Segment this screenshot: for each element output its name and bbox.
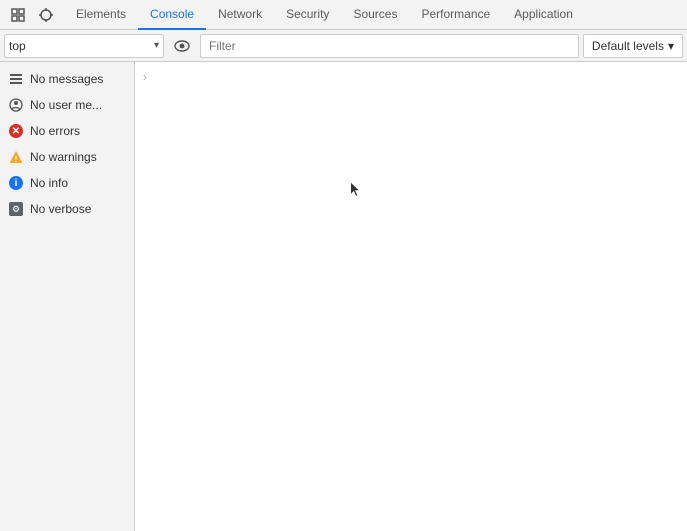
eye-button[interactable] [168, 34, 196, 58]
sidebar-item-warnings-label: No warnings [30, 150, 97, 164]
sidebar-item-warnings[interactable]: ! No warnings [0, 144, 134, 170]
sidebar-item-info-label: No info [30, 176, 68, 190]
tab-elements[interactable]: Elements [64, 0, 138, 30]
error-icon: ✕ [8, 123, 24, 139]
context-selector[interactable]: top [9, 39, 154, 53]
tab-network[interactable]: Network [206, 0, 274, 30]
mouse-cursor-indicator [350, 182, 362, 200]
user-circle-icon [8, 97, 24, 113]
tab-performance[interactable]: Performance [409, 0, 502, 30]
console-prompt-chevron: › [143, 70, 147, 84]
toolbar: top ▾ Default levels ▾ [0, 30, 687, 62]
sidebar-item-user-messages[interactable]: No user me... [0, 92, 134, 118]
tab-application[interactable]: Application [502, 0, 585, 30]
tab-sources[interactable]: Sources [341, 0, 409, 30]
sidebar-item-verbose-label: No verbose [30, 202, 91, 216]
console-output[interactable]: › [135, 62, 687, 531]
select-arrow-icon: ▾ [154, 40, 159, 51]
verbose-icon: ⚙ [8, 201, 24, 217]
tab-bar-left-icons [4, 1, 60, 29]
info-icon: i [8, 175, 24, 191]
sidebar-item-messages-label: No messages [30, 72, 103, 86]
tab-console[interactable]: Console [138, 0, 206, 30]
svg-text:!: ! [15, 155, 18, 164]
default-levels-button[interactable]: Default levels ▾ [583, 34, 683, 58]
sidebar: No messages No user me... ✕ No errors [0, 62, 135, 531]
sidebar-item-verbose[interactable]: ⚙ No verbose [0, 196, 134, 222]
warning-icon: ! [8, 149, 24, 165]
sidebar-item-user-messages-label: No user me... [30, 98, 102, 112]
tab-bar: Elements Console Network Security Source… [0, 0, 687, 30]
filter-input[interactable] [200, 34, 579, 58]
tab-security[interactable]: Security [274, 0, 341, 30]
sidebar-item-errors[interactable]: ✕ No errors [0, 118, 134, 144]
cursor-icon[interactable] [32, 1, 60, 29]
sidebar-item-messages[interactable]: No messages [0, 66, 134, 92]
devtools-inspect-icon[interactable] [4, 1, 32, 29]
sidebar-item-errors-label: No errors [30, 124, 80, 138]
sidebar-item-info[interactable]: i No info [0, 170, 134, 196]
list-icon [8, 71, 24, 87]
context-selector-wrapper[interactable]: top ▾ [4, 34, 164, 58]
main-area: No messages No user me... ✕ No errors [0, 62, 687, 531]
